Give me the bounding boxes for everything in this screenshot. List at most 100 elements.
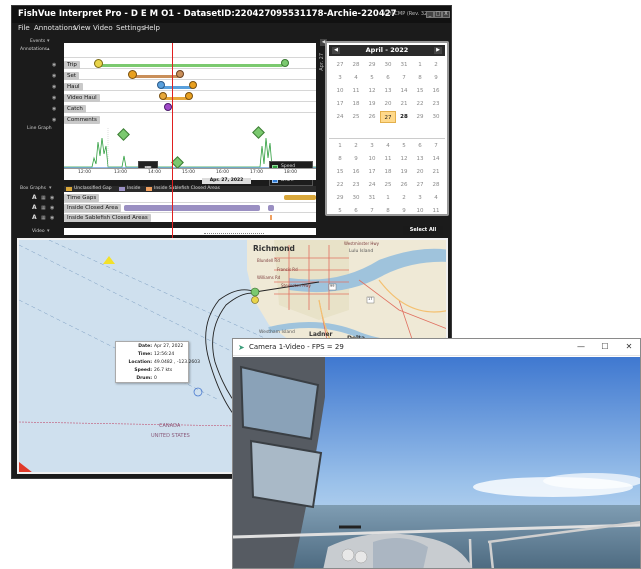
calendar-day[interactable]: 14 bbox=[428, 153, 444, 165]
sablefish-area-bar[interactable] bbox=[270, 215, 272, 220]
calendar-day[interactable]: 17 bbox=[364, 166, 380, 178]
calendar-day[interactable]: 29 bbox=[412, 111, 428, 123]
calendar-day[interactable]: 6 bbox=[348, 205, 364, 217]
calendar-day[interactable]: 7 bbox=[428, 140, 444, 152]
calendar-day[interactable]: 24 bbox=[332, 111, 348, 123]
haul-bar[interactable] bbox=[160, 86, 193, 89]
calendar-day[interactable]: 4 bbox=[348, 72, 364, 84]
calendar-day[interactable]: 16 bbox=[428, 85, 444, 97]
video-haul-end-marker[interactable] bbox=[185, 92, 193, 100]
video-track[interactable] bbox=[64, 228, 316, 235]
calendar-day[interactable]: 24 bbox=[364, 179, 380, 191]
calendar-day[interactable]: 27 bbox=[380, 111, 396, 123]
calendar-day[interactable]: 4 bbox=[428, 192, 444, 204]
calendar-day[interactable]: 29 bbox=[332, 192, 348, 204]
text-icon[interactable]: A bbox=[32, 214, 37, 221]
calendar-day[interactable]: 2 bbox=[396, 192, 412, 204]
dropdown-icon[interactable]: ▾ bbox=[49, 185, 52, 191]
calendar-day[interactable]: 11 bbox=[380, 153, 396, 165]
calendar-day[interactable]: 30 bbox=[428, 111, 444, 123]
menu-view[interactable]: View bbox=[74, 24, 91, 32]
dropdown-icon[interactable]: ▾ bbox=[47, 38, 50, 44]
playhead-line[interactable] bbox=[172, 43, 173, 239]
calendar-day[interactable]: 13 bbox=[412, 153, 428, 165]
camera-video-frame[interactable] bbox=[233, 357, 640, 568]
calendar-day[interactable]: 8 bbox=[332, 153, 348, 165]
menu-annotations[interactable]: Annotations bbox=[34, 24, 76, 32]
camera-maximize-button[interactable]: ☐ bbox=[597, 341, 613, 353]
calendar-day[interactable]: 31 bbox=[364, 192, 380, 204]
calendar-day[interactable]: 10 bbox=[332, 85, 348, 97]
select-all-button[interactable]: Select All bbox=[403, 226, 443, 235]
calendar-day[interactable]: 14 bbox=[396, 85, 412, 97]
calendar-day[interactable]: 7 bbox=[364, 205, 380, 217]
menu-video[interactable]: Video bbox=[93, 24, 113, 32]
calendar-day[interactable]: 25 bbox=[348, 111, 364, 123]
calendar-day[interactable]: 15 bbox=[412, 85, 428, 97]
next-month-button[interactable]: ▶ bbox=[434, 47, 442, 54]
eye-icon[interactable]: ◉ bbox=[50, 205, 54, 211]
calendar-day[interactable]: 28 bbox=[396, 111, 412, 123]
trip-bar[interactable] bbox=[98, 64, 283, 67]
closed-area-bar[interactable] bbox=[124, 205, 260, 211]
calendar-day[interactable]: 7 bbox=[396, 72, 412, 84]
trip-end-marker[interactable] bbox=[281, 59, 289, 67]
set-start-marker[interactable] bbox=[128, 70, 137, 79]
calendar-day[interactable]: 30 bbox=[348, 192, 364, 204]
calendar-day[interactable]: 9 bbox=[396, 205, 412, 217]
eye-icon[interactable]: ◉ bbox=[52, 73, 56, 79]
calendar-day[interactable]: 26 bbox=[364, 111, 380, 123]
camera-minimize-button[interactable]: — bbox=[573, 341, 589, 353]
calendar-day[interactable]: 21 bbox=[428, 166, 444, 178]
close-button[interactable]: X bbox=[442, 11, 450, 18]
calendar-day[interactable]: 11 bbox=[348, 85, 364, 97]
calendar-day[interactable]: 1 bbox=[380, 192, 396, 204]
calendar-day[interactable]: 18 bbox=[380, 166, 396, 178]
closed-area-bar[interactable] bbox=[268, 205, 274, 211]
calendar-day[interactable]: 16 bbox=[348, 166, 364, 178]
calendar-day[interactable]: 29 bbox=[364, 59, 380, 71]
calendar-day[interactable]: 20 bbox=[412, 166, 428, 178]
calendar-day[interactable]: 19 bbox=[364, 98, 380, 110]
calendar-day[interactable]: 22 bbox=[332, 179, 348, 191]
calendar-day[interactable]: 25 bbox=[380, 179, 396, 191]
annotation-tracks[interactable] bbox=[64, 43, 316, 128]
text-icon[interactable]: A bbox=[32, 194, 37, 201]
set-end-marker[interactable] bbox=[176, 70, 184, 78]
panel-splitter[interactable] bbox=[204, 233, 264, 236]
calendar-day[interactable]: 5 bbox=[396, 140, 412, 152]
calendar-day[interactable]: 3 bbox=[364, 140, 380, 152]
calendar-day[interactable]: 3 bbox=[412, 192, 428, 204]
grid-icon[interactable]: ▦ bbox=[41, 205, 46, 211]
calendar-day[interactable]: 18 bbox=[348, 98, 364, 110]
catch-marker[interactable] bbox=[164, 103, 172, 111]
menu-settings[interactable]: Settings bbox=[116, 24, 145, 32]
calendar-day[interactable]: 4 bbox=[380, 140, 396, 152]
calendar-day[interactable]: 6 bbox=[380, 72, 396, 84]
calendar-day[interactable]: 12 bbox=[396, 153, 412, 165]
calendar-day[interactable]: 28 bbox=[428, 179, 444, 191]
trip-start-marker[interactable] bbox=[94, 59, 103, 68]
dropdown-icon[interactable]: ▾ bbox=[47, 228, 50, 234]
calendar-day[interactable]: 27 bbox=[332, 59, 348, 71]
calendar-day[interactable]: 1 bbox=[412, 59, 428, 71]
eye-icon[interactable]: ◉ bbox=[52, 117, 56, 123]
calendar-day[interactable]: 20 bbox=[380, 98, 396, 110]
menu-help[interactable]: Help bbox=[144, 24, 160, 32]
calendar-day[interactable]: 3 bbox=[332, 72, 348, 84]
calendar-day[interactable]: 1 bbox=[332, 140, 348, 152]
calendar-day[interactable]: 13 bbox=[380, 85, 396, 97]
calendar-day[interactable]: 19 bbox=[396, 166, 412, 178]
eye-icon[interactable]: ◉ bbox=[52, 106, 56, 112]
eye-icon[interactable]: ◉ bbox=[50, 195, 54, 201]
dropdown-icon[interactable]: ▴ bbox=[47, 46, 50, 52]
calendar-day[interactable]: 10 bbox=[412, 205, 428, 217]
calendar-day[interactable]: 21 bbox=[396, 98, 412, 110]
calendar-day[interactable]: 30 bbox=[380, 59, 396, 71]
calendar-day[interactable]: 15 bbox=[332, 166, 348, 178]
calendar-day[interactable]: 23 bbox=[428, 98, 444, 110]
calendar-day[interactable]: 9 bbox=[348, 153, 364, 165]
calendar-day[interactable]: 10 bbox=[364, 153, 380, 165]
grid-icon[interactable]: ▦ bbox=[41, 195, 46, 201]
maximize-button[interactable]: □ bbox=[434, 11, 442, 18]
